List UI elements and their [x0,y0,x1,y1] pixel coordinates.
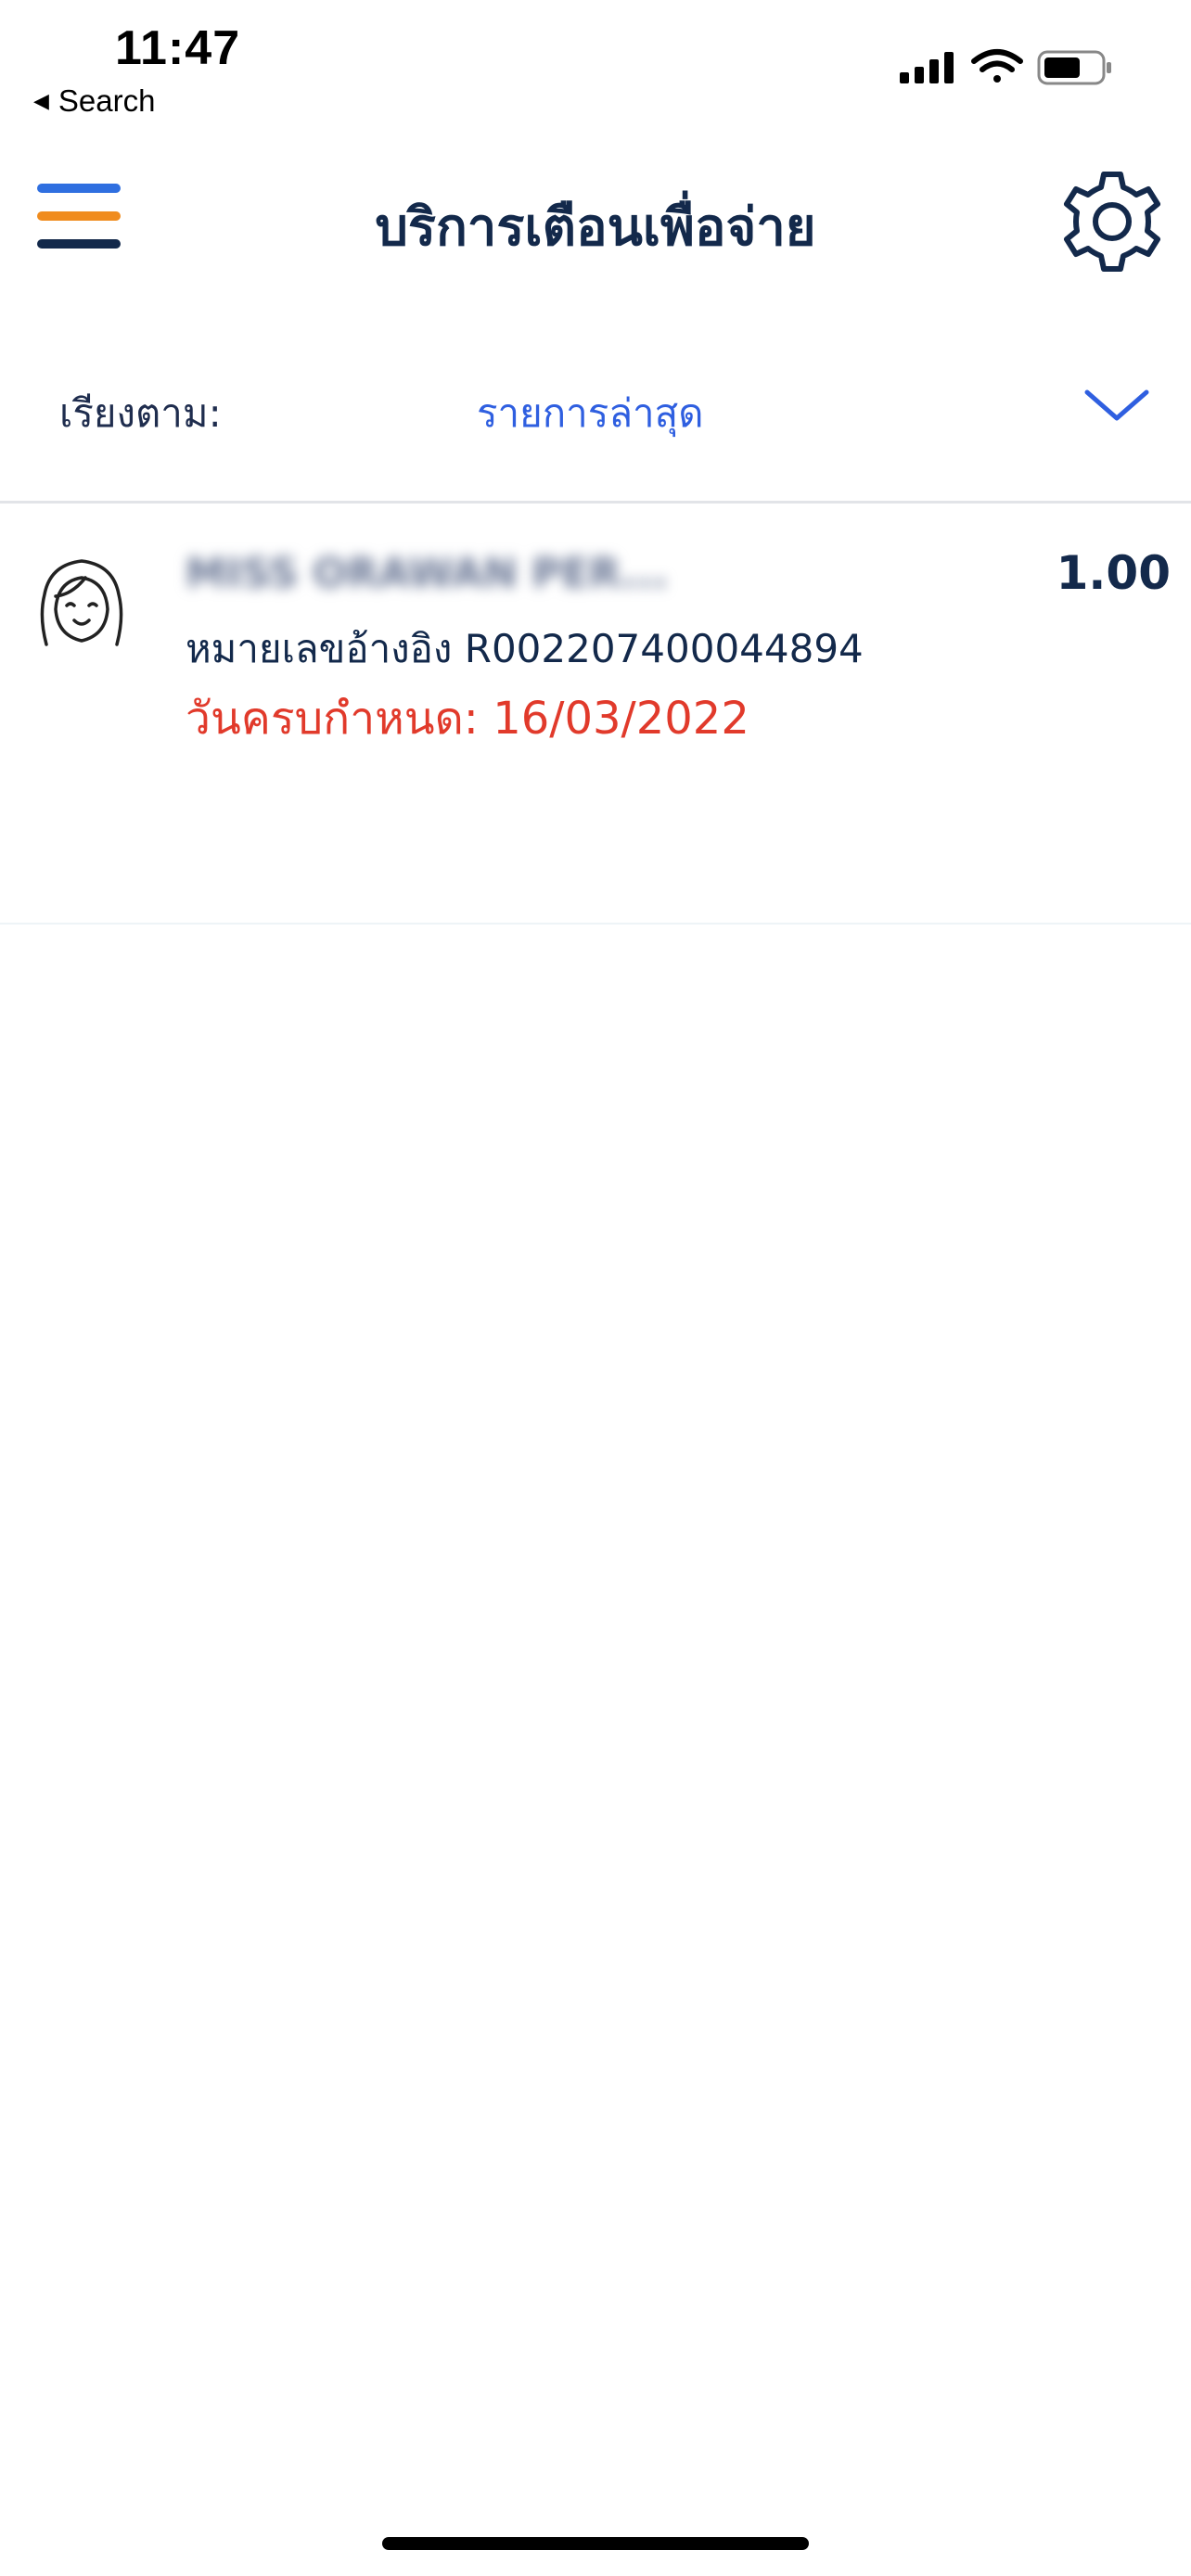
reference-number: หมายเลขอ้างอิง R002207400044894 [186,626,864,671]
list-item-divider [0,923,1191,925]
due-date: วันครบกำหนด: 16/03/2022 [186,693,749,745]
gear-icon [1064,172,1160,272]
bill-amount: 1.00 [1056,546,1171,600]
sort-label: เรียงตาม: [59,390,222,436]
female-avatar-icon [40,559,123,646]
back-arrow-icon: ◀ [33,89,49,112]
settings-button[interactable] [1057,167,1167,276]
payee-name: MISS ORAWAN PER... [186,550,669,597]
status-indicators-icon [900,49,1111,85]
back-label: Search [58,83,156,118]
battery-icon [1037,50,1111,85]
page-title: บริการเตือนเพื่อจ่าย [375,198,816,258]
chevron-down-icon[interactable] [1083,387,1150,424]
status-time: 11:47 [115,21,241,75]
back-to-search-link[interactable]: ◀ Search [33,83,155,119]
reminder-list-item[interactable]: MISS ORAWAN PER... 1.00 หมายเลขอ้างอิง R… [0,505,1191,923]
cellular-signal-icon [900,52,954,83]
sort-divider [0,501,1191,504]
sort-row[interactable]: เรียงตาม: รายการล่าสุด [0,366,1191,450]
wifi-icon [971,49,1023,83]
sort-value[interactable]: รายการล่าสุด [477,383,704,444]
home-indicator[interactable] [382,2537,809,2550]
status-icons [898,45,1121,95]
